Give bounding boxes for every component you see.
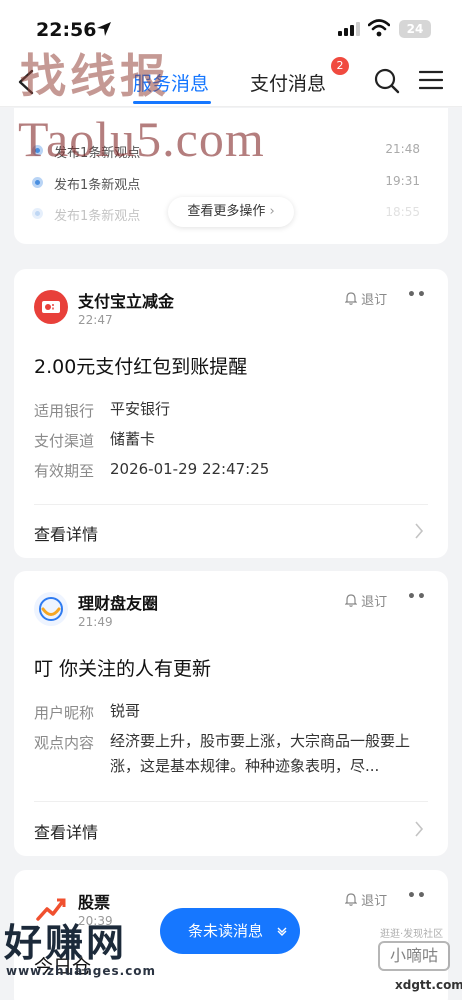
field-label: 支付渠道 <box>34 432 95 450</box>
watermark-top: 找线报 <box>20 49 170 103</box>
message-card-coupon: 支付宝立减金 22:47 退订 •• 2.00元支付红包到账提醒 适用银行 平安… <box>14 269 448 558</box>
unsubscribe-label: 退订 <box>361 595 388 610</box>
unsubscribe-button[interactable]: 退订 <box>344 289 388 308</box>
message-headline: 叮 你关注的人有更新 <box>34 658 212 680</box>
chevron-right-icon <box>415 523 424 539</box>
timeline-text: 发布1条新观点 <box>54 209 141 224</box>
more-options-icon[interactable]: •• <box>407 589 427 605</box>
timeline-row: 发布1条新观点 19:31 <box>32 174 432 193</box>
divider <box>34 801 428 802</box>
watermark-right-url: xdgtt.com <box>395 978 462 992</box>
chevron-down-icon <box>277 927 287 936</box>
menu-icon[interactable] <box>419 70 443 90</box>
field-value: 2026-01-29 22:47:25 <box>110 460 270 478</box>
unsubscribe-label: 退订 <box>361 293 388 308</box>
bell-icon <box>344 594 358 607</box>
timeline-dot <box>32 208 43 219</box>
timeline-time: 21:48 <box>385 142 420 156</box>
field-label: 观点内容 <box>34 734 95 752</box>
field-value: 储蓄卡 <box>110 430 156 448</box>
timeline-dot <box>32 177 43 188</box>
bell-icon <box>344 292 358 305</box>
signal-icon <box>338 22 360 36</box>
field-value: 锐哥 <box>110 702 141 720</box>
message-time: 22:47 <box>78 313 113 327</box>
chevron-right-icon <box>415 821 424 837</box>
more-options-icon[interactable]: •• <box>407 888 427 904</box>
timeline-time: 18:55 <box>385 205 420 219</box>
watermark-mid: Taolu5.com <box>18 111 265 167</box>
watermark-bottom: 好赚网 <box>4 921 128 965</box>
unsubscribe-label: 退订 <box>361 894 388 909</box>
source-name: 股票 <box>78 893 111 912</box>
source-name: 理财盘友圈 <box>78 594 159 613</box>
message-card-finance: 理财盘友圈 21:49 退订 •• 叮 你关注的人有更新 用户昵称 锐哥 观点内… <box>14 571 448 856</box>
chevron-right-icon: › <box>269 204 275 219</box>
field-label: 用户昵称 <box>34 704 95 722</box>
location-arrow-icon <box>97 22 111 36</box>
message-time: 21:49 <box>78 615 113 629</box>
message-headline: 2.00元支付红包到账提醒 <box>34 356 248 378</box>
tab-payment-messages[interactable]: 支付消息 <box>250 69 326 96</box>
bell-icon <box>344 893 358 906</box>
field-label: 适用银行 <box>34 402 95 420</box>
watermark-right-small: 逛逛·发现社区 <box>380 929 444 940</box>
timeline-time: 19:31 <box>385 174 420 188</box>
battery-indicator: 24 <box>399 20 431 38</box>
search-icon[interactable] <box>374 68 400 94</box>
view-more-label: 查看更多操作 <box>187 204 266 219</box>
watermark-bottom-url: www.zhuanges.com <box>6 964 157 978</box>
more-options-icon[interactable]: •• <box>407 287 427 303</box>
coupon-icon <box>34 290 68 324</box>
unread-badge: 2 <box>331 57 349 75</box>
field-value: 平安银行 <box>110 400 171 418</box>
view-details-link[interactable]: 查看详情 <box>34 521 98 545</box>
unread-messages-label: 条未读消息 <box>188 922 264 940</box>
view-details-link[interactable]: 查看详情 <box>34 819 98 843</box>
unread-messages-button[interactable]: 条未读消息 <box>160 908 300 954</box>
field-value: 经济要上升，股市要上涨，大宗商品一般要上涨，这是基本规律。种种迹象表明，尽... <box>110 732 411 775</box>
view-more-actions-button[interactable]: 查看更多操作 › <box>168 197 294 227</box>
watermark-right-logo: 小嘀咕 <box>378 941 450 971</box>
unsubscribe-button[interactable]: 退订 <box>344 591 388 610</box>
field-label: 有效期至 <box>34 462 95 480</box>
source-name: 支付宝立减金 <box>78 292 175 311</box>
divider <box>34 504 428 505</box>
status-time: 22:56 <box>36 19 97 41</box>
wifi-icon <box>368 19 390 37</box>
timeline-text: 发布1条新观点 <box>54 178 141 193</box>
unsubscribe-button[interactable]: 退订 <box>344 890 388 909</box>
finance-circle-icon <box>34 592 68 626</box>
